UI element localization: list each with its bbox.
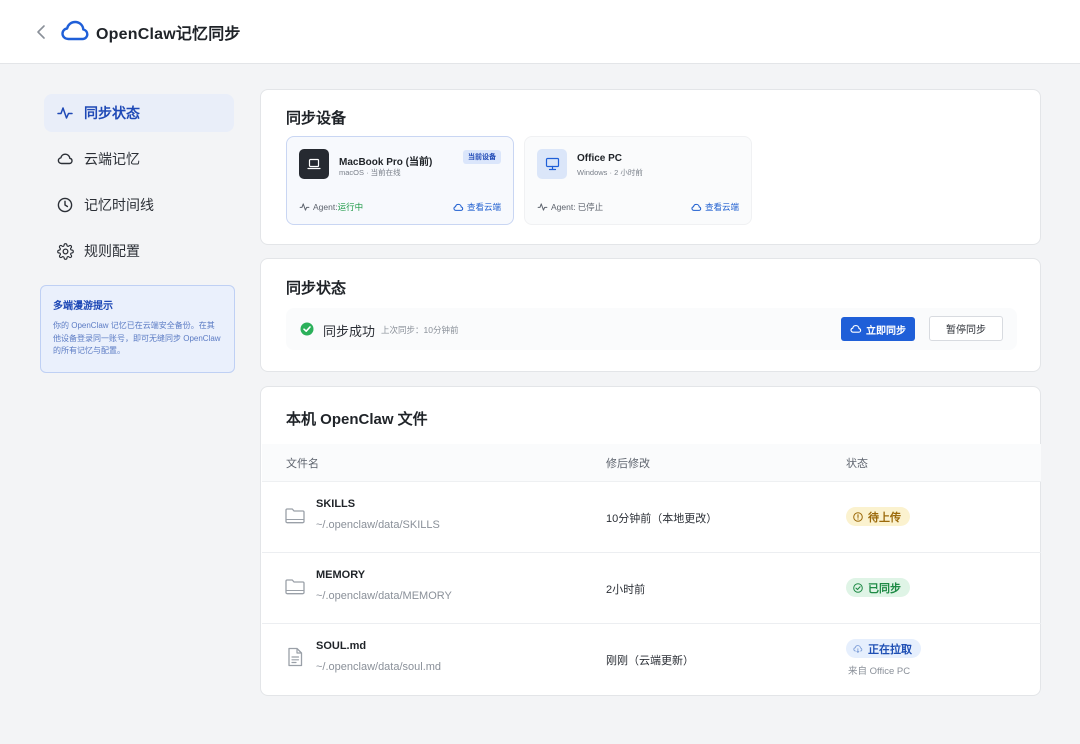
column-header-status: 状态 <box>846 458 868 470</box>
sidebar-item-cloud-memory[interactable]: 云端记忆 <box>44 140 234 178</box>
device-subtitle: macOS · 当前在线 <box>339 168 401 177</box>
view-cloud-link[interactable]: 查看云端 <box>691 201 739 213</box>
table-row[interactable]: SKILLS ~/.openclaw/data/SKILLS 10分钟前（本地更… <box>262 482 1041 553</box>
back-button[interactable] <box>30 20 52 44</box>
status-label: 待上传 <box>868 511 901 524</box>
status-source: 来自 Office PC <box>848 666 911 677</box>
cloud-icon <box>850 325 862 333</box>
sync-status-text: 同步成功 <box>323 324 376 339</box>
sync-status-card: 同步状态 同步成功 上次同步：10分钟前 立即同步 暂停同步 <box>260 258 1041 372</box>
file-name: SKILLS <box>316 498 356 510</box>
sync-status-row: 同步成功 上次同步：10分钟前 立即同步 暂停同步 <box>286 308 1017 350</box>
sidebar-item-label: 云端记忆 <box>84 151 140 167</box>
roaming-tip-card: 多端漫游提示 你的 OpenClaw 记忆已在云端安全备份。在其他设备登录同一账… <box>40 285 235 373</box>
tip-body: 你的 OpenClaw 记忆已在云端安全备份。在其他设备登录同一账号，即可无缝同… <box>53 321 221 355</box>
agent-status: Agent: 已停止 <box>537 201 603 213</box>
view-cloud-link[interactable]: 查看云端 <box>453 201 501 213</box>
current-device-badge: 当前设备 <box>463 150 501 164</box>
monitor-icon <box>537 149 567 179</box>
app-title: OpenClaw记忆同步 <box>96 26 241 43</box>
column-header-filename: 文件名 <box>286 458 319 470</box>
folder-icon <box>285 508 305 524</box>
sync-status-title: 同步状态 <box>286 280 347 297</box>
sidebar-item-sync-status[interactable]: 同步状态 <box>44 94 234 132</box>
activity-icon <box>537 203 548 211</box>
top-bar: OpenClaw记忆同步 <box>0 0 1080 64</box>
device-subtitle: Windows · 2 小时前 <box>577 168 643 177</box>
status-label: 已同步 <box>868 582 901 595</box>
gear-icon <box>56 242 74 260</box>
sidebar-item-label: 记忆时间线 <box>84 197 154 213</box>
sidebar-item-rules-config[interactable]: 规则配置 <box>44 232 234 270</box>
status-badge-pulling: 正在拉取 <box>846 639 921 658</box>
status-badge-pending: 待上传 <box>846 507 910 526</box>
last-sync-time: 上次同步：10分钟前 <box>381 325 459 335</box>
agent-status-value: 已停止 <box>577 202 604 212</box>
files-title: 本机 OpenClaw 文件 <box>286 411 428 428</box>
sidebar-item-label: 规则配置 <box>84 243 140 259</box>
view-cloud-label: 查看云端 <box>466 202 501 212</box>
file-name: SOUL.md <box>316 640 367 652</box>
alert-circle-icon <box>853 511 863 522</box>
column-header-modified: 修后修改 <box>606 458 650 470</box>
agent-label: Agent: <box>313 202 338 212</box>
devices-title: 同步设备 <box>286 110 347 127</box>
cloud-icon <box>691 203 702 211</box>
sync-now-button[interactable]: 立即同步 <box>841 317 915 341</box>
agent-status: Agent: 运行中 <box>299 201 363 213</box>
clock-icon <box>56 196 74 214</box>
activity-icon <box>299 203 310 211</box>
sync-devices-card: 同步设备 MacBook Pro (当前) macOS · 当前在线 当前设备 … <box>260 89 1041 245</box>
local-files-card: 本机 OpenClaw 文件 文件名 修后修改 状态 SKILLS ~/.ope… <box>260 386 1041 696</box>
cloud-icon <box>56 150 74 168</box>
file-modified: 刚刚（云端更新） <box>606 655 694 667</box>
file-modified: 10分钟前（本地更改） <box>606 513 718 525</box>
table-header: 文件名 修后修改 状态 <box>262 444 1041 482</box>
device-card-office-pc[interactable]: Office PC Windows · 2 小时前 Agent: 已停止 查看云端 <box>524 136 752 225</box>
table-row[interactable]: MEMORY ~/.openclaw/data/MEMORY 2小时前 已同步 <box>262 553 1041 624</box>
sidebar-item-memory-timeline[interactable]: 记忆时间线 <box>44 186 234 224</box>
sidebar-item-label: 同步状态 <box>84 105 140 121</box>
tip-title: 多端漫游提示 <box>53 301 113 312</box>
chevron-left-icon <box>37 25 45 39</box>
activity-icon <box>56 104 74 122</box>
file-path: ~/.openclaw/data/soul.md <box>316 661 442 673</box>
cloud-download-icon <box>853 644 863 653</box>
device-name: Office PC <box>577 153 623 164</box>
file-path: ~/.openclaw/data/SKILLS <box>316 519 440 531</box>
pause-sync-button[interactable]: 暂停同步 <box>929 316 1003 341</box>
device-name: MacBook Pro (当前) <box>339 157 433 168</box>
agent-status-value: 运行中 <box>337 202 364 212</box>
agent-label: Agent: <box>551 202 576 212</box>
folder-icon <box>285 579 305 595</box>
sidebar: 同步状态 云端记忆 记忆时间线 规则配置 多端漫游提示 你的 OpenClaw … <box>40 94 236 373</box>
check-circle-icon <box>300 322 314 336</box>
check-circle-icon <box>853 582 863 593</box>
sync-now-label: 立即同步 <box>866 325 906 337</box>
cloud-icon <box>453 203 464 211</box>
device-card-current[interactable]: MacBook Pro (当前) macOS · 当前在线 当前设备 Agent… <box>286 136 514 225</box>
file-name: MEMORY <box>316 569 366 581</box>
document-icon <box>288 647 303 667</box>
file-path: ~/.openclaw/data/MEMORY <box>316 590 452 602</box>
laptop-icon <box>299 149 329 179</box>
file-modified: 2小时前 <box>606 584 646 596</box>
table-row[interactable]: SOUL.md ~/.openclaw/data/soul.md 刚刚（云端更新… <box>262 624 1041 695</box>
status-label: 正在拉取 <box>868 643 912 656</box>
cloud-logo-icon <box>61 20 89 41</box>
view-cloud-label: 查看云端 <box>704 202 739 212</box>
status-badge-synced: 已同步 <box>846 578 910 597</box>
